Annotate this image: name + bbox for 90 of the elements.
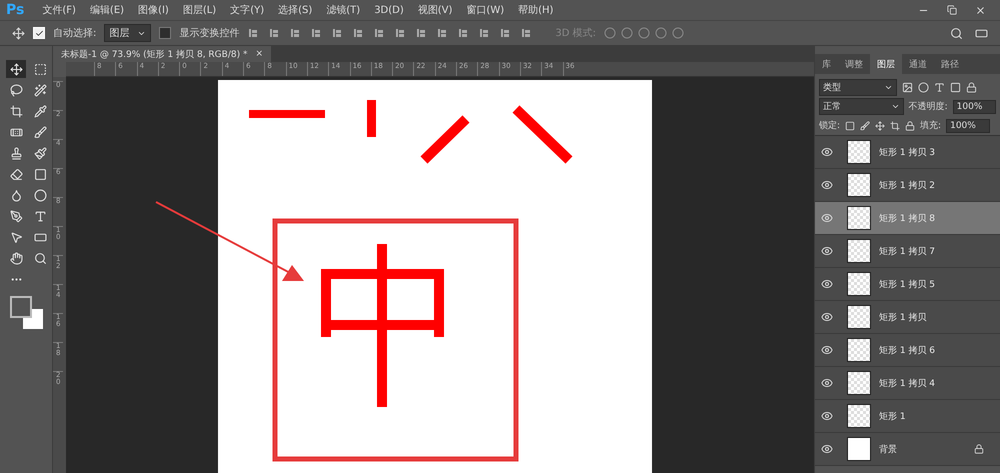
move-icon[interactable] bbox=[875, 120, 886, 130]
layer-thumbnail bbox=[847, 272, 871, 296]
layer-row[interactable]: 矩形 1 拷贝 3 bbox=[815, 136, 1000, 169]
menu-item[interactable]: 图像(I) bbox=[138, 3, 169, 17]
panel-tab[interactable]: 通道 bbox=[902, 54, 934, 74]
menu-item[interactable]: 文件(F) bbox=[42, 3, 76, 17]
menu-item[interactable]: 文字(Y) bbox=[230, 3, 264, 17]
move-tool[interactable] bbox=[6, 60, 26, 78]
layer-thumbnail bbox=[847, 140, 871, 164]
layer-row[interactable]: 矩形 1 拷贝 6 bbox=[815, 334, 1000, 367]
layer-row[interactable]: 矩形 1 拷贝 4 bbox=[815, 367, 1000, 400]
color-swatches[interactable] bbox=[10, 296, 44, 330]
app-logo: Ps bbox=[6, 2, 24, 18]
restore-icon[interactable] bbox=[947, 5, 957, 15]
blend-mode-dropdown[interactable]: 正常 bbox=[819, 98, 904, 115]
square-icon[interactable] bbox=[950, 82, 961, 93]
hand-icon bbox=[10, 252, 22, 264]
layer-row[interactable]: 矩形 1 拷贝 5 bbox=[815, 268, 1000, 301]
pointer-icon bbox=[10, 230, 22, 244]
fill-field[interactable]: 100% bbox=[946, 118, 990, 132]
crop-icon[interactable] bbox=[890, 120, 900, 130]
menu-item[interactable]: 视图(V) bbox=[418, 3, 452, 17]
layer-row[interactable]: 矩形 1 拷贝 bbox=[815, 301, 1000, 334]
eraser-icon bbox=[10, 168, 22, 180]
layer-thumbnail bbox=[847, 206, 871, 230]
type-icon[interactable] bbox=[934, 82, 945, 93]
move-icon bbox=[10, 62, 22, 76]
circle-icon bbox=[34, 188, 46, 202]
lasso-icon bbox=[10, 84, 22, 96]
layer-thumbnail bbox=[847, 173, 871, 197]
layer-thumbnail bbox=[847, 404, 871, 428]
square-icon[interactable] bbox=[845, 120, 856, 130]
image-icon[interactable] bbox=[902, 82, 913, 93]
panel-tab[interactable]: 调整 bbox=[838, 54, 870, 74]
lock-icon[interactable] bbox=[966, 82, 977, 93]
wand-icon bbox=[34, 84, 46, 96]
checkbox[interactable] bbox=[159, 27, 172, 39]
panel-tab[interactable]: 库 bbox=[815, 54, 838, 74]
label: 显示变换控件 bbox=[179, 26, 240, 40]
opacity-field[interactable]: 100% bbox=[952, 100, 996, 114]
menu-item[interactable]: 滤镜(T) bbox=[326, 3, 360, 17]
type-icon bbox=[34, 210, 46, 222]
document-tab[interactable]: 未标题-1 @ 73.9% (矩形 1 拷贝 8, RGB/8) * × bbox=[53, 46, 271, 62]
zoom-icon bbox=[34, 252, 46, 264]
label: 不透明度: bbox=[908, 100, 948, 113]
label: 填充: bbox=[920, 120, 942, 132]
checkmark-icon bbox=[34, 28, 44, 38]
rectangle-icon bbox=[34, 230, 46, 244]
search-icon[interactable] bbox=[950, 26, 963, 40]
layer-row[interactable]: 背景 bbox=[815, 433, 1000, 466]
layer-thumbnail bbox=[847, 239, 871, 263]
menu-item[interactable]: 3D(D) bbox=[374, 4, 404, 16]
brush-icon bbox=[34, 126, 46, 138]
brush-icon[interactable] bbox=[860, 120, 870, 130]
filter-dropdown[interactable]: 类型 bbox=[819, 79, 897, 96]
menu-item[interactable]: 编辑(E) bbox=[90, 3, 124, 17]
bandage-icon bbox=[10, 126, 22, 138]
layer-row[interactable]: 矩形 1 拷贝 8 bbox=[815, 202, 1000, 235]
layer-thumbnail bbox=[847, 305, 871, 329]
caret-icon bbox=[884, 83, 893, 92]
layer-thumbnail bbox=[847, 371, 871, 395]
square-icon bbox=[34, 168, 46, 180]
move-icon[interactable] bbox=[12, 26, 25, 40]
menu-item[interactable]: 图层(L) bbox=[182, 3, 216, 17]
panel-tab[interactable]: 图层 bbox=[870, 54, 902, 74]
layer-row[interactable]: 矩形 1 拷贝 7 bbox=[815, 235, 1000, 268]
layer-thumbnail bbox=[847, 437, 871, 461]
circle-icon[interactable] bbox=[918, 82, 929, 93]
label: 锁定: bbox=[819, 120, 840, 132]
workspace-icon[interactable] bbox=[975, 26, 988, 40]
layer-thumbnail bbox=[847, 338, 871, 362]
eyedropper-icon bbox=[34, 104, 46, 118]
dashed-square-icon bbox=[34, 62, 46, 76]
menu-item[interactable]: 帮助(H) bbox=[518, 3, 554, 17]
dropdown[interactable]: 图层 bbox=[104, 24, 152, 42]
brush-icon bbox=[34, 146, 46, 160]
label: 自动选择: bbox=[53, 26, 96, 40]
layer-row[interactable]: 矩形 1 bbox=[815, 400, 1000, 433]
droplet-icon bbox=[10, 188, 22, 202]
layer-row[interactable]: 矩形 1 拷贝 2 bbox=[815, 169, 1000, 202]
menu-item[interactable]: 选择(S) bbox=[278, 3, 312, 17]
crop-icon bbox=[10, 104, 22, 118]
stamp-icon bbox=[10, 146, 22, 160]
close-icon[interactable] bbox=[975, 4, 986, 16]
panel-tab[interactable]: 路径 bbox=[934, 54, 966, 74]
pen-icon bbox=[10, 210, 22, 222]
caret-icon bbox=[890, 102, 900, 111]
lock-icon[interactable] bbox=[905, 120, 916, 130]
menu-item[interactable]: 窗口(W) bbox=[466, 3, 504, 17]
tab-close-button[interactable]: × bbox=[255, 49, 263, 59]
